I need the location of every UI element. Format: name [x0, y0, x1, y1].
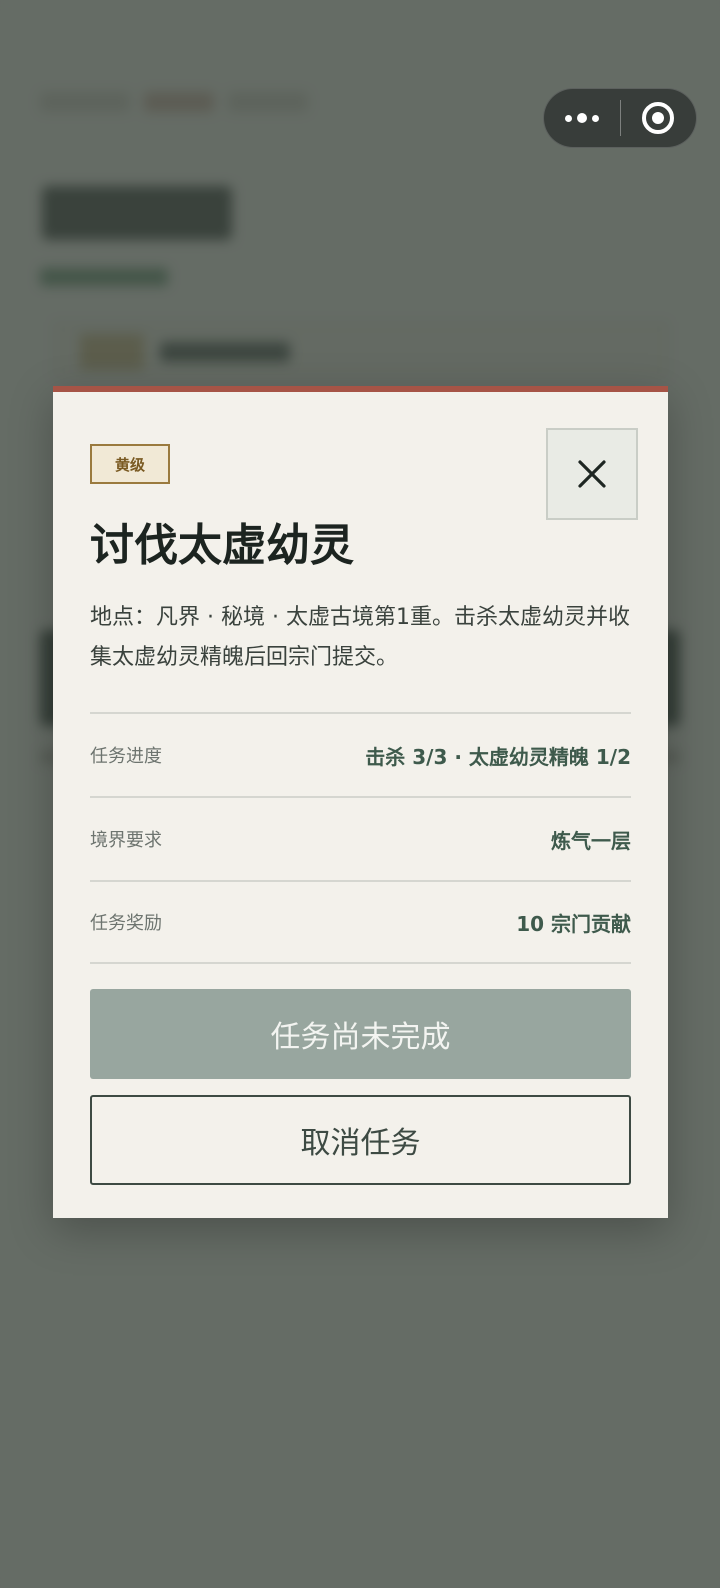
info-row-progress: 任务进度 击杀 3/3 · 太虚幼灵精魄 1/2 [90, 712, 631, 796]
more-button[interactable] [544, 88, 620, 148]
target-circle-icon [642, 102, 675, 134]
task-description: 地点：凡界 · 秘境 · 太虚古境第1重。击杀太虚幼灵并收集太虚幼灵精魄后回宗门… [90, 605, 630, 670]
cancel-task-button[interactable]: 取消任务 [90, 1095, 631, 1185]
info-label: 任务奖励 [90, 913, 162, 934]
task-title: 讨伐太虚幼灵 [90, 520, 354, 571]
close-button[interactable] [546, 428, 638, 520]
info-label: 任务进度 [90, 746, 162, 767]
exit-button[interactable] [621, 88, 697, 148]
info-value: 10 宗门贡献 [516, 911, 631, 936]
close-x-icon [578, 460, 606, 488]
task-info-list: 任务进度 击杀 3/3 · 太虚幼灵精魄 1/2 境界要求 炼气一层 任务奖励 … [90, 712, 631, 964]
miniprogram-capsule [543, 88, 697, 148]
info-row-reward: 任务奖励 10 宗门贡献 [90, 880, 631, 964]
info-label: 境界要求 [90, 830, 162, 851]
task-detail-modal: 黄级 讨伐太虚幼灵 地点：凡界 · 秘境 · 太虚古境第1重。击杀太虚幼灵并收集… [53, 386, 668, 1218]
submit-task-button[interactable]: 任务尚未完成 [90, 989, 631, 1079]
more-dots-icon [564, 113, 599, 123]
info-value: 炼气一层 [551, 828, 631, 853]
grade-badge: 黄级 [90, 444, 170, 484]
info-row-realm: 境界要求 炼气一层 [90, 796, 631, 880]
info-value: 击杀 3/3 · 太虚幼灵精魄 1/2 [365, 744, 631, 769]
